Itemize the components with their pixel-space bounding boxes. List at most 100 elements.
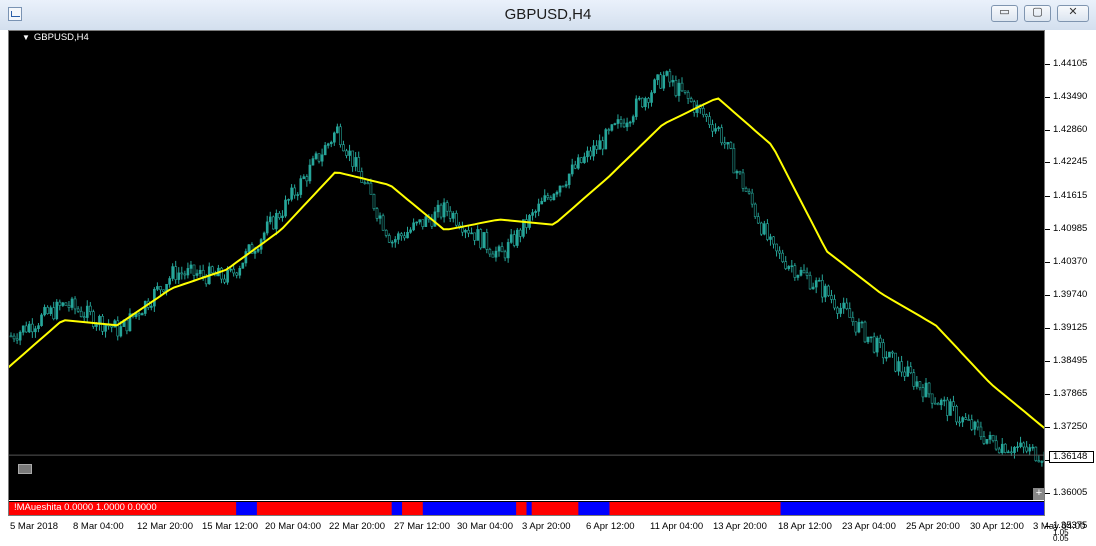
candle-body xyxy=(534,211,537,213)
candle-body xyxy=(393,239,397,243)
time-tick-label: 12 Mar 20:00 xyxy=(137,521,193,532)
time-tick-label: 20 Mar 04:00 xyxy=(265,521,321,532)
candle-body xyxy=(705,114,708,117)
candle-body xyxy=(723,142,727,145)
candle-body xyxy=(671,80,675,83)
candle-body xyxy=(265,221,269,234)
price-chart[interactable]: ▼ GBPUSD,H4 xyxy=(8,30,1045,500)
close-button[interactable]: ✕ xyxy=(1057,5,1089,22)
candle-body xyxy=(104,324,107,332)
candle-body xyxy=(769,236,772,240)
candle-body xyxy=(332,132,336,143)
candle-body xyxy=(339,126,342,145)
price-axis[interactable] xyxy=(1045,30,1096,520)
candle-body xyxy=(888,351,891,358)
candle-body xyxy=(18,331,22,341)
chart-shift-handle[interactable] xyxy=(18,464,32,474)
candle-body xyxy=(226,269,229,283)
candle-body xyxy=(348,150,351,156)
candle-body xyxy=(537,203,541,212)
price-tick-label: 1.43490 xyxy=(1053,90,1088,102)
candle-body xyxy=(955,406,958,423)
candle-body xyxy=(9,335,13,338)
candle-body xyxy=(436,204,440,213)
candle-body xyxy=(845,302,849,309)
candle-body xyxy=(552,193,556,201)
candle-body xyxy=(753,203,757,217)
time-tick-label: 13 Apr 20:00 xyxy=(713,521,767,532)
candle-body xyxy=(680,82,684,92)
candle-body xyxy=(494,250,498,258)
candle-body xyxy=(369,182,373,195)
candle-body xyxy=(830,295,833,300)
dropdown-triangle-icon[interactable]: ▼ xyxy=(22,33,30,42)
symbol-label: ▼ GBPUSD,H4 xyxy=(22,32,89,43)
zoom-plus-icon[interactable]: + xyxy=(1033,488,1045,500)
candle-body xyxy=(689,98,693,102)
price-tick xyxy=(1045,360,1050,362)
candle-body xyxy=(442,202,446,218)
candle-body xyxy=(637,97,641,100)
candle-body xyxy=(906,366,910,377)
candle-body xyxy=(665,71,669,76)
candle-body xyxy=(357,157,361,172)
candle-body xyxy=(1031,446,1035,449)
candle-body xyxy=(930,393,934,404)
candle-body xyxy=(692,101,696,113)
window-title: GBPUSD,H4 xyxy=(504,6,592,23)
candle-body xyxy=(598,140,602,150)
candle-body xyxy=(89,305,92,312)
candle-body xyxy=(262,232,266,240)
price-tick-label: 1.39125 xyxy=(1053,321,1088,333)
candle-body xyxy=(766,223,769,240)
candle-body xyxy=(979,426,983,438)
price-tick-label: 1.37250 xyxy=(1053,420,1088,432)
candle-body xyxy=(403,235,406,239)
maximize-icon: ▢ xyxy=(1032,5,1043,18)
candle-body xyxy=(381,215,385,231)
candle-body xyxy=(1040,461,1044,463)
price-tick xyxy=(1045,426,1050,428)
candle-body xyxy=(1034,446,1038,461)
candle-body xyxy=(479,229,483,249)
indicator-bar xyxy=(536,502,579,515)
candle-body xyxy=(784,261,788,269)
candle-body xyxy=(811,286,815,290)
minimize-icon: ▭ xyxy=(999,5,1010,18)
candle-body xyxy=(644,98,647,108)
time-tick-label: 3 Apr 20:00 xyxy=(522,521,571,532)
candle-body xyxy=(317,153,321,162)
candle-body xyxy=(781,252,785,262)
minimize-button[interactable]: ▭ xyxy=(991,5,1018,22)
candle-body xyxy=(842,302,846,309)
indicator-canvas xyxy=(8,502,1045,515)
candle-body xyxy=(561,185,565,188)
candle-body xyxy=(461,227,464,233)
candle-body xyxy=(40,314,43,326)
indicator-subwindow[interactable] xyxy=(8,501,1045,516)
candle-body xyxy=(851,317,855,322)
candle-body xyxy=(824,285,827,298)
candle-body xyxy=(299,178,303,195)
candle-body xyxy=(1022,442,1025,448)
candle-body xyxy=(278,212,281,219)
candle-body xyxy=(1028,447,1032,452)
candle-body xyxy=(949,401,952,416)
candle-body xyxy=(311,158,315,166)
candle-body xyxy=(881,342,885,359)
time-tick-label: 8 Mar 04:00 xyxy=(73,521,124,532)
candle-body xyxy=(509,234,513,243)
candle-body xyxy=(836,307,839,314)
maximize-button[interactable]: ▢ xyxy=(1024,5,1051,22)
candle-body xyxy=(805,272,809,276)
candle-body xyxy=(46,307,49,314)
price-tick xyxy=(1045,295,1050,296)
candle-body xyxy=(15,338,19,341)
candle-body xyxy=(49,307,53,314)
candle-body xyxy=(308,164,312,182)
candle-body xyxy=(156,286,159,290)
candle-body xyxy=(647,98,650,103)
candle-body xyxy=(55,301,59,320)
indicator-bar xyxy=(402,502,424,515)
candle-body xyxy=(110,325,114,328)
